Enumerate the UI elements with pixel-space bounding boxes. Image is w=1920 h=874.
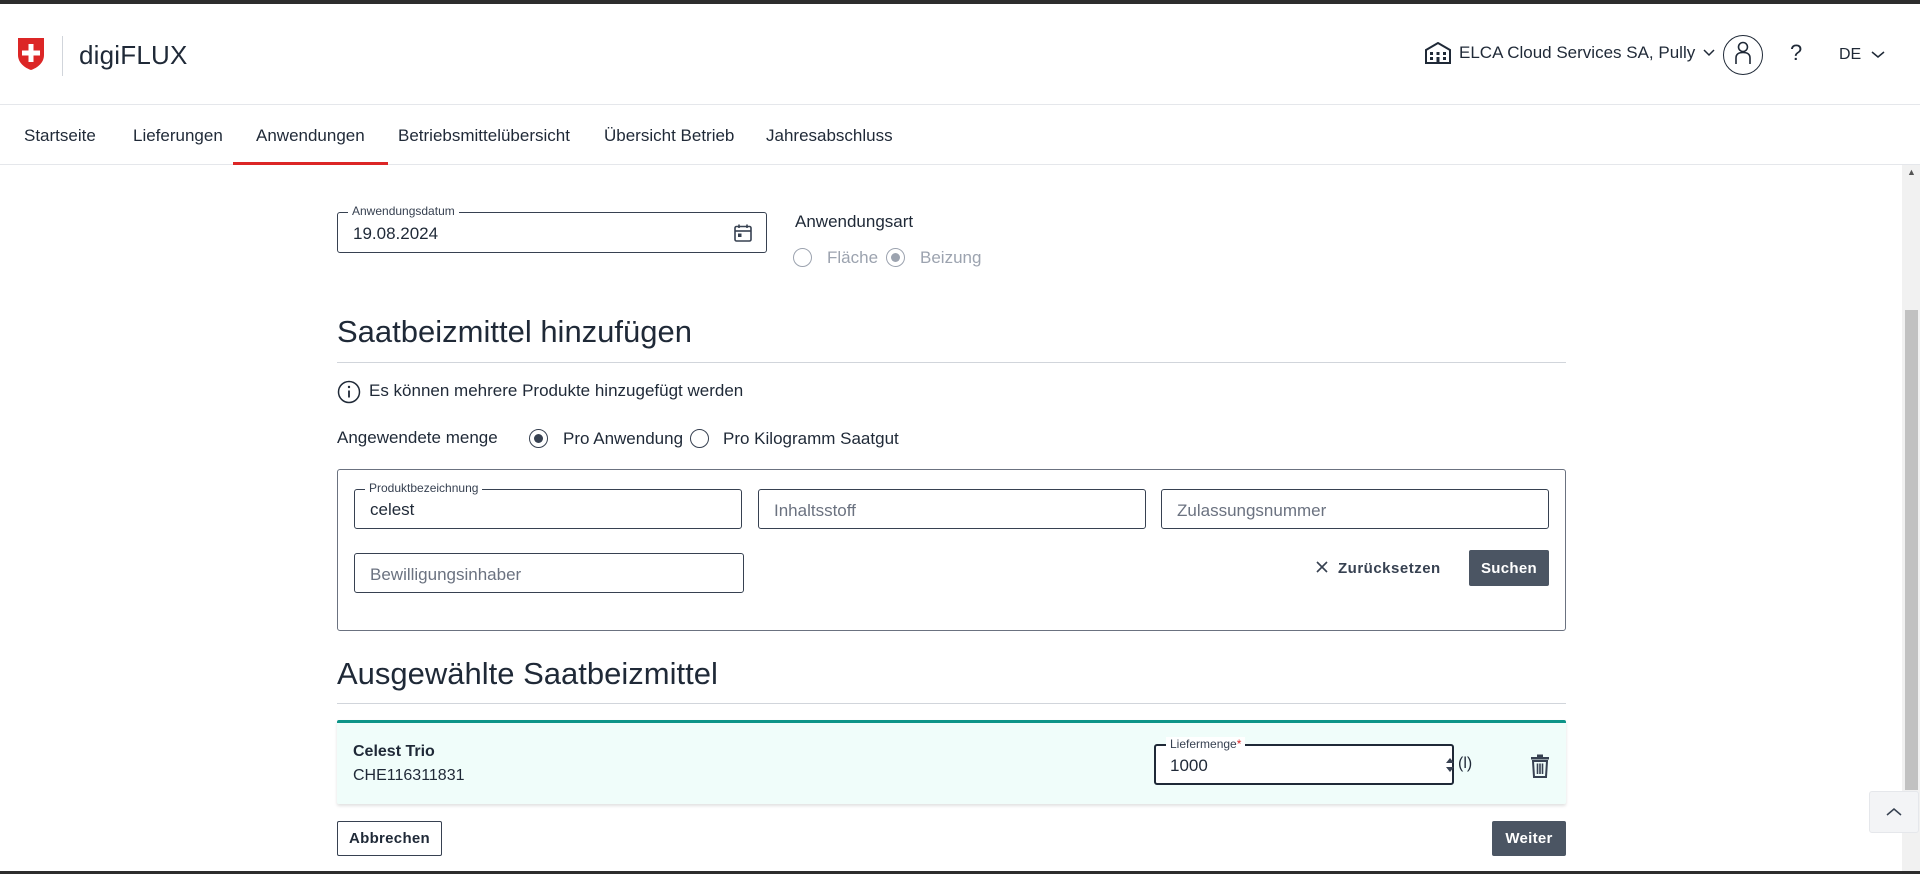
scroll-up-arrow-icon[interactable]: ▲: [1905, 167, 1918, 181]
radio-flaeche-label: Fläche: [827, 248, 879, 267]
nav-lieferungen[interactable]: Lieferungen: [133, 106, 223, 165]
radio-beizung[interactable]: [886, 248, 905, 267]
permit-holder-input[interactable]: Bewilligungsinhaber: [354, 553, 744, 593]
help-button[interactable]: ?: [1790, 40, 1802, 66]
product-name-input[interactable]: Produktbezeichnung celest: [354, 481, 742, 529]
logo-divider: [62, 36, 63, 76]
radio-pro-anwendung[interactable]: [529, 429, 548, 448]
approval-number-input[interactable]: Zulassungsnummer: [1161, 489, 1549, 529]
nav-jahresabschluss[interactable]: Jahresabschluss: [766, 106, 893, 165]
number-stepper-icon[interactable]: [1445, 756, 1455, 779]
scroll-to-top-button[interactable]: [1869, 791, 1919, 833]
section-divider: [337, 703, 1566, 704]
next-button[interactable]: Weiter: [1492, 821, 1566, 856]
unit-label: (l): [1458, 755, 1473, 772]
application-date-value: 19.08.2024: [353, 224, 439, 243]
nav-betriebsmitteluebersicht[interactable]: Betriebsmittelübersicht: [398, 106, 570, 165]
selected-product-card: Celest Trio CHE116311831 Liefermenge* 10…: [337, 720, 1566, 804]
application-date-label: Anwendungsdatum: [348, 204, 459, 218]
organization-selector[interactable]: ELCA Cloud Services SA, Pully: [1425, 42, 1715, 64]
info-icon: [337, 380, 361, 409]
delivery-quantity-label: Liefermenge*: [1166, 737, 1246, 751]
ingredient-input[interactable]: Inhaltsstoff: [758, 489, 1146, 529]
close-icon: [1316, 560, 1328, 577]
approval-number-placeholder: Zulassungsnummer: [1177, 501, 1327, 520]
app-header: digiFLUX ELCA Cloud Services SA, Pully ?…: [0, 4, 1920, 105]
section-divider: [337, 362, 1566, 363]
permit-holder-placeholder: Bewilligungsinhaber: [370, 565, 522, 584]
radio-beizung-label: Beizung: [920, 248, 982, 267]
nav-uebersicht-betrieb[interactable]: Übersicht Betrieb: [604, 106, 734, 165]
chevron-up-icon: [1886, 803, 1902, 821]
radio-flaeche[interactable]: [793, 248, 812, 267]
reset-button[interactable]: Zurücksetzen: [1316, 560, 1441, 577]
radio-pro-kilogramm[interactable]: [690, 429, 709, 448]
application-date-field[interactable]: Anwendungsdatum 19.08.2024: [337, 204, 767, 253]
product-name-label: Produktbezeichnung: [365, 481, 483, 495]
info-text: Es können mehrere Produkte hinzugefügt w…: [369, 381, 744, 400]
trash-icon[interactable]: [1530, 754, 1550, 783]
ingredient-placeholder: Inhaltsstoff: [774, 501, 856, 520]
nav-anwendungen[interactable]: Anwendungen: [233, 106, 388, 165]
delivery-quantity-value: 1000: [1170, 756, 1208, 775]
search-button[interactable]: Suchen: [1469, 550, 1549, 586]
building-icon: [1425, 42, 1451, 64]
scrollbar-thumb[interactable]: [1905, 310, 1918, 790]
user-account-button[interactable]: [1723, 35, 1763, 75]
language-label: DE: [1839, 46, 1862, 63]
application-type-label: Anwendungsart: [795, 212, 914, 231]
delivery-quantity-input[interactable]: Liefermenge* 1000 (l): [1154, 737, 1472, 785]
reset-button-label: Zurücksetzen: [1338, 560, 1441, 577]
cancel-button[interactable]: Abbrechen: [337, 821, 442, 856]
organization-name: ELCA Cloud Services SA, Pully: [1459, 43, 1696, 62]
app-title[interactable]: digiFLUX: [79, 40, 188, 71]
selected-section-title: Ausgewählte Saatbeizmittel: [337, 656, 718, 691]
calendar-icon[interactable]: [733, 223, 753, 248]
add-section-title: Saatbeizmittel hinzufügen: [337, 314, 693, 349]
radio-pro-anwendung-label: Pro Anwendung: [563, 429, 684, 448]
user-icon: [1734, 41, 1752, 70]
swiss-logo-icon[interactable]: [17, 37, 45, 71]
chevron-down-icon: [1871, 46, 1885, 64]
product-number: CHE116311831: [353, 767, 465, 784]
nav-startseite[interactable]: Startseite: [24, 106, 96, 165]
quantity-mode-label: Angewendete menge: [337, 428, 498, 447]
product-name: Celest Trio: [353, 743, 435, 760]
main-navigation: Startseite Lieferungen Anwendungen Betri…: [0, 106, 1920, 165]
language-selector[interactable]: DE: [1839, 46, 1885, 64]
chevron-down-icon: [1703, 49, 1715, 57]
product-name-value: celest: [370, 500, 415, 519]
radio-pro-kilogramm-label: Pro Kilogramm Saatgut: [723, 429, 899, 448]
